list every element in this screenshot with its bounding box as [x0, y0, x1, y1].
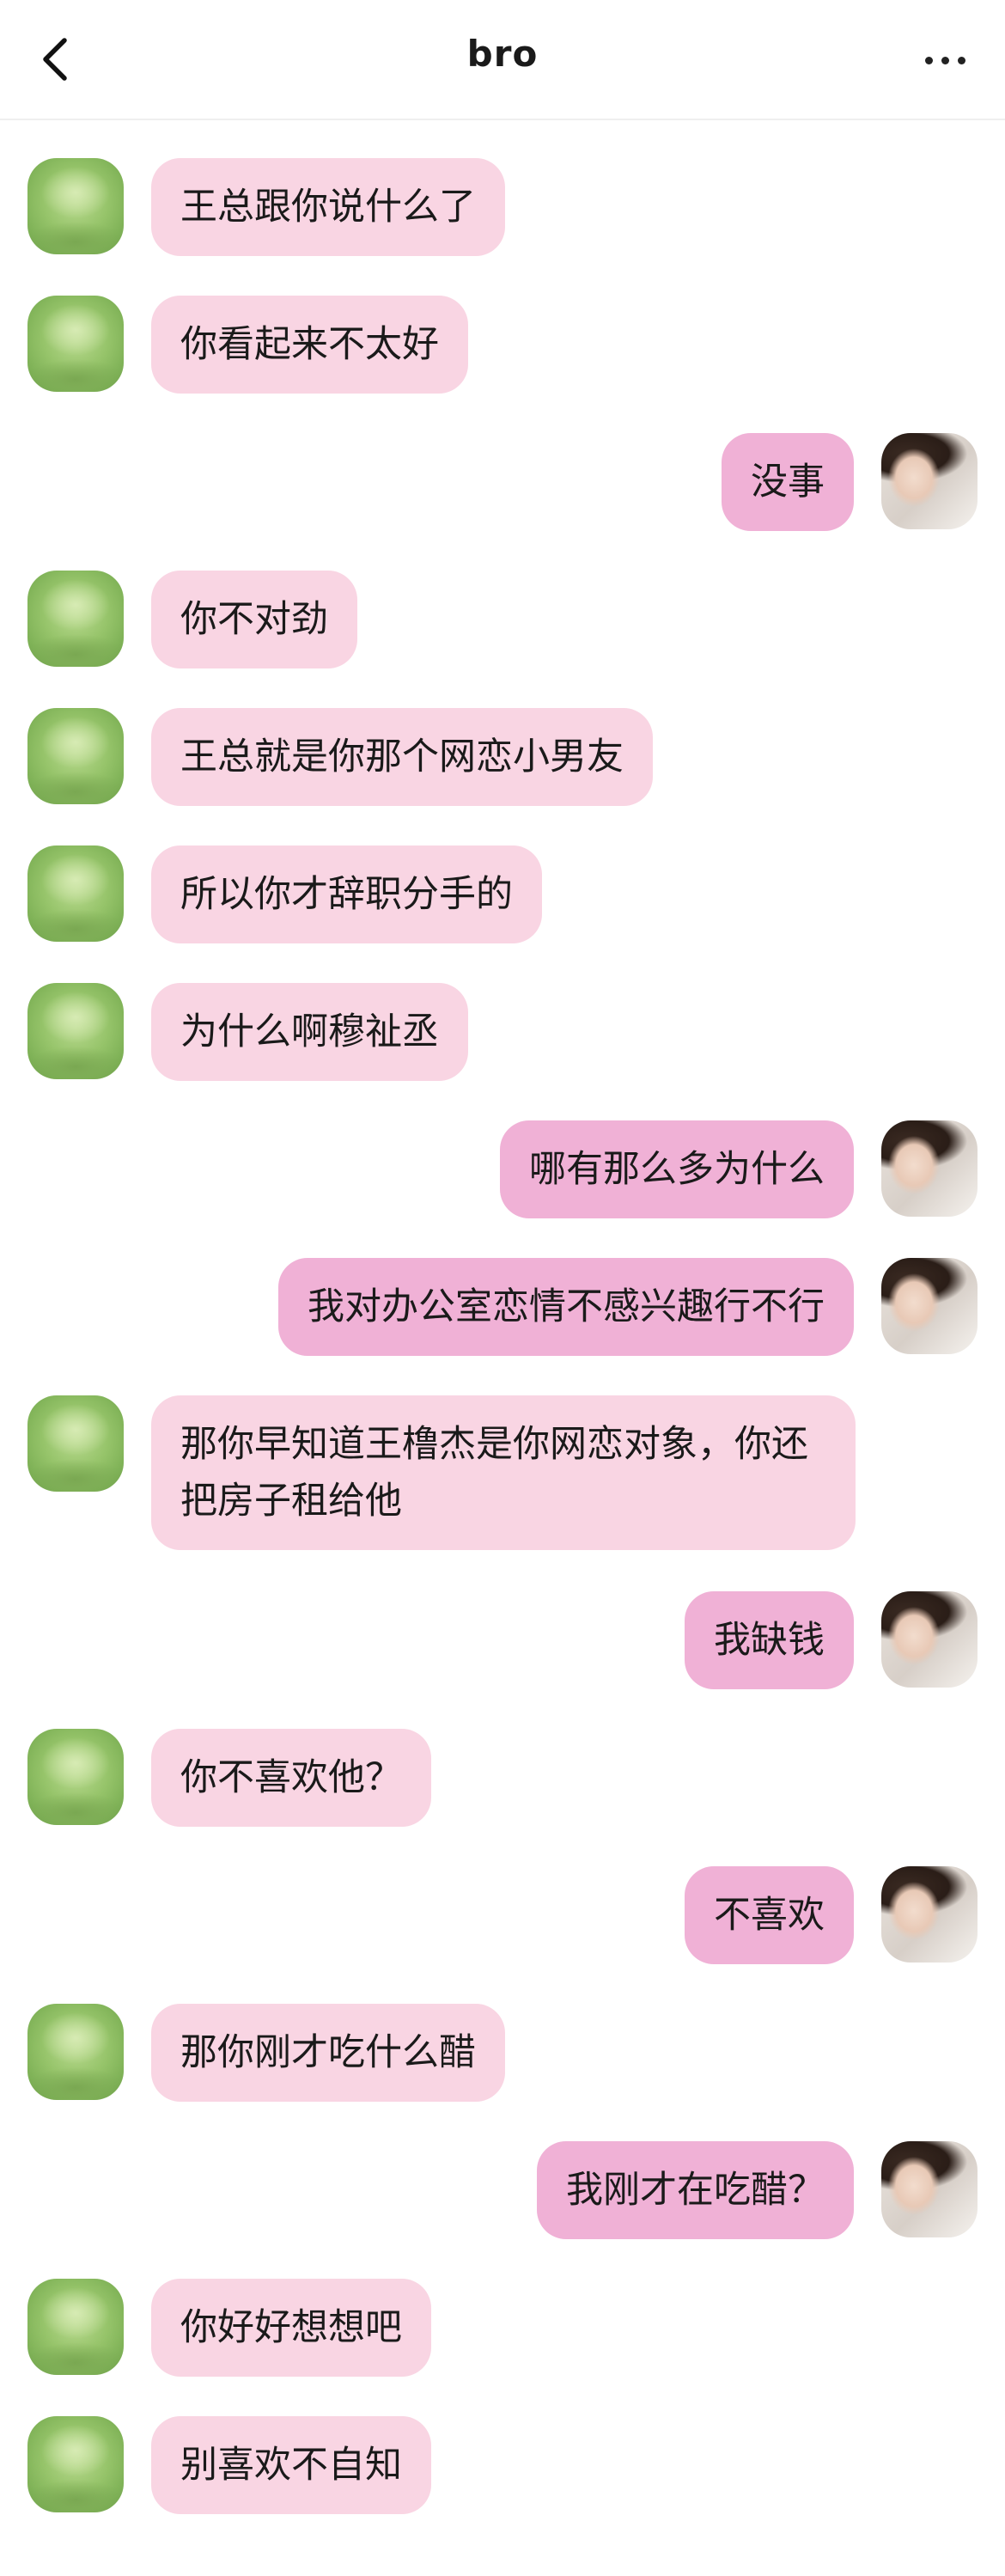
message-row: 我对办公室恋情不感兴趣行不行 [0, 1258, 1005, 1356]
incoming-message-bubble[interactable]: 为什么啊穆祉丞 [151, 983, 468, 1081]
user-avatar[interactable] [881, 1258, 978, 1354]
outgoing-message-bubble[interactable]: 不喜欢 [685, 1866, 854, 1964]
message-row: 那你早知道王橹杰是你网恋对象，你还把房子租给他 [0, 1395, 1005, 1552]
outgoing-message-bubble[interactable]: 我缺钱 [685, 1591, 854, 1689]
contact-avatar[interactable] [27, 158, 124, 254]
message-row: 你看起来不太好 [0, 296, 1005, 394]
incoming-message-bubble[interactable]: 你不喜欢他？ [151, 1729, 431, 1827]
message-row: 你好好想想吧 [0, 2279, 1005, 2377]
message-row: 王总就是你那个网恋小男友 [0, 708, 1005, 806]
incoming-message-bubble[interactable]: 王总跟你说什么了 [151, 158, 505, 256]
chat-title: bro [466, 33, 539, 75]
contact-avatar[interactable] [27, 983, 124, 1079]
user-avatar[interactable] [881, 1591, 978, 1688]
message-list[interactable]: 王总跟你说什么了 你看起来不太好 没事 你不对劲 王总就是你那个网恋小男友 所以… [0, 119, 1005, 2576]
outgoing-message-bubble[interactable]: 没事 [722, 433, 854, 531]
incoming-message-bubble[interactable]: 你不对劲 [151, 571, 357, 668]
more-options-button[interactable] [902, 26, 988, 93]
contact-avatar[interactable] [27, 1395, 124, 1492]
user-avatar[interactable] [881, 433, 978, 529]
message-row: 没事 [0, 433, 1005, 531]
incoming-message-bubble[interactable]: 那你早知道王橹杰是你网恋对象，你还把房子租给他 [151, 1395, 856, 1550]
message-row: 那你刚才吃什么醋 [0, 2004, 1005, 2102]
message-row: 你不喜欢他？ [0, 1729, 1005, 1827]
message-row: 别喜欢不自知 [0, 2416, 1005, 2514]
outgoing-message-bubble[interactable]: 哪有那么多为什么 [500, 1120, 854, 1218]
message-row: 我缺钱 [0, 1591, 1005, 1689]
message-row: 不喜欢 [0, 1866, 1005, 1964]
message-row: 为什么啊穆祉丞 [0, 983, 1005, 1081]
message-row: 你不对劲 [0, 571, 1005, 668]
incoming-message-bubble[interactable]: 别喜欢不自知 [151, 2416, 431, 2514]
user-avatar[interactable] [881, 1120, 978, 1217]
incoming-message-bubble[interactable]: 你看起来不太好 [151, 296, 468, 394]
contact-avatar[interactable] [27, 1729, 124, 1825]
user-avatar[interactable] [881, 1866, 978, 1963]
incoming-message-bubble[interactable]: 你好好想想吧 [151, 2279, 431, 2377]
contact-avatar[interactable] [27, 2416, 124, 2512]
message-row: 我刚才在吃醋？ [0, 2141, 1005, 2239]
outgoing-message-bubble[interactable]: 我对办公室恋情不感兴趣行不行 [278, 1258, 854, 1356]
contact-avatar[interactable] [27, 296, 124, 392]
chat-header: bro [0, 0, 1005, 120]
outgoing-message-bubble[interactable]: 我刚才在吃醋？ [537, 2141, 854, 2239]
contact-avatar[interactable] [27, 2279, 124, 2375]
message-row: 所以你才辞职分手的 [0, 845, 1005, 943]
incoming-message-bubble[interactable]: 所以你才辞职分手的 [151, 845, 542, 943]
contact-avatar[interactable] [27, 845, 124, 942]
contact-avatar[interactable] [27, 708, 124, 804]
message-row: 哪有那么多为什么 [0, 1120, 1005, 1218]
incoming-message-bubble[interactable]: 那你刚才吃什么醋 [151, 2004, 505, 2102]
contact-avatar[interactable] [27, 571, 124, 667]
more-horizontal-icon [921, 52, 970, 68]
incoming-message-bubble[interactable]: 王总就是你那个网恋小男友 [151, 708, 653, 806]
message-row: 王总跟你说什么了 [0, 158, 1005, 256]
contact-avatar[interactable] [27, 2004, 124, 2100]
user-avatar[interactable] [881, 2141, 978, 2237]
